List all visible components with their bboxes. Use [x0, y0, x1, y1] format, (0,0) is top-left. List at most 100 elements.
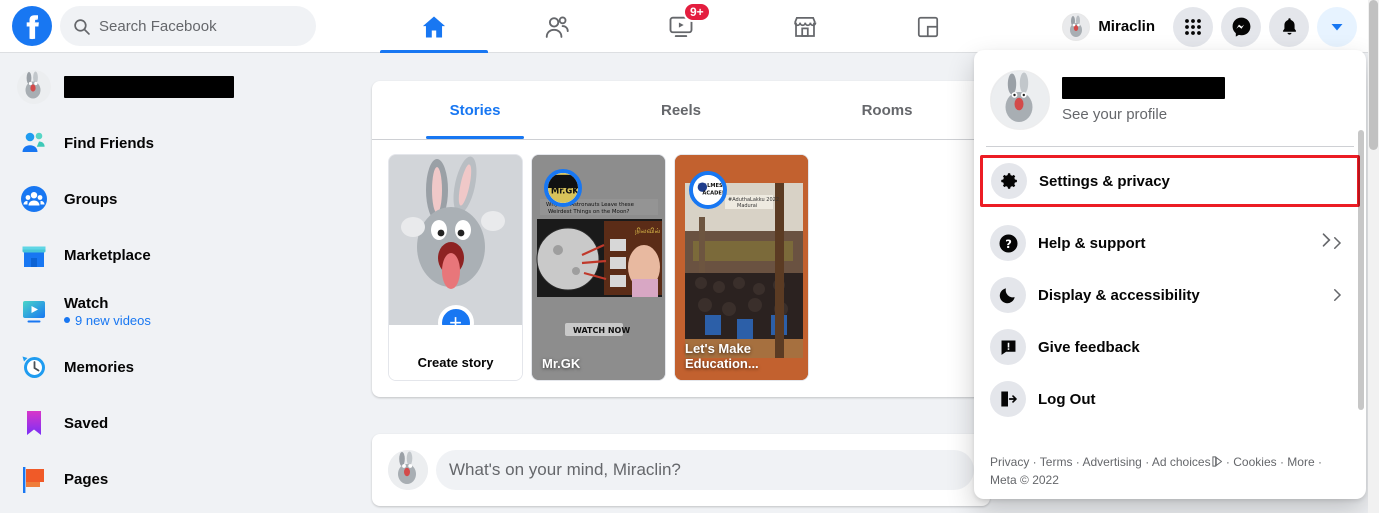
chevron-right-icon[interactable] [1316, 230, 1336, 250]
story-author-avatar: Mr.GK [544, 169, 582, 207]
dropdown-item-label: Give feedback [1038, 338, 1140, 356]
sidebar-item-label: Saved [64, 414, 109, 432]
sidebar-item-groups[interactable]: Groups [8, 177, 352, 221]
profile-name: Miraclin [1098, 18, 1155, 35]
sidebar-item-find-friends[interactable]: Find Friends [8, 121, 352, 165]
sidebar-item-memories[interactable]: Memories [8, 345, 352, 389]
saved-icon [16, 405, 52, 441]
sidebar-item-marketplace[interactable]: Marketplace [8, 233, 352, 277]
dropdown-footer: Privacy · Terms · Advertising · Ad choic… [974, 454, 1366, 489]
avatar [1062, 12, 1091, 41]
dropdown-item-label: Display & accessibility [1038, 286, 1200, 304]
dropdown-profile-row[interactable]: See your profile [982, 62, 1358, 138]
account-dropdown-menu: See your profile Settings & privacy ? He… [974, 50, 1366, 499]
avatar [990, 70, 1050, 130]
dropdown-item-display-accessibility[interactable]: Display & accessibility [982, 269, 1358, 321]
svg-text:Weirdest Things on the Moon?: Weirdest Things on the Moon? [548, 209, 630, 215]
page-scrollbar-thumb[interactable] [1369, 0, 1378, 150]
footer-sep: · [1314, 455, 1322, 470]
story-card-lmes[interactable]: #AduthaLakku 2022 Madurai LMES ACADEMY L… [674, 154, 809, 381]
sidebar-item-label: Watch [64, 294, 109, 312]
chevron-down-icon[interactable] [1317, 6, 1357, 47]
chevron-right-icon[interactable] [1328, 286, 1346, 304]
avatar[interactable] [388, 450, 428, 490]
sidebar-item-watch[interactable]: Watch 9 new videos [8, 289, 352, 333]
footer-sep: · [1072, 455, 1083, 470]
nav-tab-marketplace[interactable] [743, 0, 867, 53]
svg-text:Madurai: Madurai [737, 203, 757, 209]
footer-link-ad-choices[interactable]: Ad choices [1152, 455, 1211, 469]
dropdown-item-help-support[interactable]: ? Help & support [982, 217, 1358, 269]
find-friends-icon [16, 125, 52, 161]
footer-link-cookies[interactable]: Cookies [1233, 455, 1276, 469]
footer-link-advertising[interactable]: Advertising [1082, 455, 1141, 469]
search-input[interactable]: Search Facebook [60, 6, 316, 46]
watch-icon [16, 293, 52, 329]
sidebar-item-label: Memories [64, 358, 135, 376]
nav-tab-gaming[interactable] [866, 0, 990, 53]
bell-icon[interactable] [1269, 6, 1309, 47]
dropdown-item-give-feedback[interactable]: Give feedback [982, 321, 1358, 373]
tab-stories[interactable]: Stories [372, 81, 578, 139]
topbar-nav-tabs: 9+ [372, 0, 990, 53]
nav-tab-friends[interactable] [496, 0, 620, 53]
search-icon [73, 18, 90, 35]
dropdown-item-settings-privacy[interactable]: Settings & privacy [980, 155, 1360, 207]
dropdown-item-log-out[interactable]: Log Out [982, 373, 1358, 425]
footer-link-privacy[interactable]: Privacy [990, 455, 1029, 469]
create-story-thumbnail [389, 155, 522, 327]
footer-link-more[interactable]: More [1287, 455, 1314, 469]
dropdown-scrollbar[interactable] [1358, 130, 1364, 410]
page-scrollbar[interactable] [1368, 0, 1379, 513]
memories-icon [16, 349, 52, 385]
feed-tabs: Stories Reels Rooms [372, 81, 990, 139]
grid-menu-icon[interactable] [1173, 6, 1213, 47]
groups-icon [16, 181, 52, 217]
sidebar-item-profile[interactable] [8, 65, 352, 109]
facebook-logo-icon[interactable] [12, 6, 52, 46]
story-author-avatar: LMES ACADEMY [689, 171, 727, 209]
sidebar-item-saved[interactable]: Saved [8, 401, 352, 445]
create-story-footer: Create story [389, 325, 522, 380]
create-story-label: Create story [417, 355, 494, 370]
moon-icon [990, 277, 1026, 313]
dropdown-item-label: Settings & privacy [1039, 172, 1170, 190]
main-feed: Stories Reels Rooms + Create story நிலவி… [372, 53, 990, 513]
svg-text:Mr.GK: Mr.GK [551, 186, 578, 196]
post-composer-card: What's on your mind, Miraclin? [372, 434, 990, 506]
sidebar-item-label: Marketplace [64, 246, 151, 264]
nav-active-underline [380, 50, 488, 53]
sidebar-item-pages[interactable]: Pages [8, 457, 352, 501]
feedback-icon [990, 329, 1026, 365]
new-indicator-dot [64, 317, 70, 323]
dropdown-profile-name-redacted [1062, 77, 1225, 99]
topbar-right-group: Miraclin [1058, 0, 1368, 53]
marketplace-icon [16, 237, 52, 273]
topbar-left-group: Search Facebook [0, 6, 316, 46]
tab-reels[interactable]: Reels [578, 81, 784, 139]
composer-input[interactable]: What's on your mind, Miraclin? [436, 450, 974, 490]
sidebar-profile-name-redacted [64, 76, 234, 98]
footer-sep: · [1276, 455, 1288, 470]
footer-sep: · [1141, 455, 1152, 470]
search-placeholder: Search Facebook [99, 17, 217, 35]
sidebar-item-label: Find Friends [64, 134, 154, 152]
nav-tab-watch[interactable]: 9+ [619, 0, 743, 53]
stories-card: Stories Reels Rooms + Create story நிலவி… [372, 81, 990, 397]
see-your-profile-label: See your profile [1062, 106, 1168, 123]
footer-copyright: Meta © 2022 [990, 472, 1059, 487]
footer-link-terms[interactable]: Terms [1040, 455, 1073, 469]
gear-icon [991, 163, 1027, 199]
tab-rooms[interactable]: Rooms [784, 81, 990, 139]
pages-icon [16, 461, 52, 497]
footer-sep: · [1222, 455, 1234, 470]
profile-avatar-icon [16, 69, 52, 105]
profile-chip[interactable]: Miraclin [1058, 9, 1165, 45]
messenger-icon[interactable] [1221, 6, 1261, 47]
story-card-mrgk[interactable]: நிலவில் Why Did Astronauts Leave these W… [531, 154, 666, 381]
nav-tab-home[interactable] [372, 0, 496, 53]
logout-icon [990, 381, 1026, 417]
dropdown-divider [986, 146, 1354, 147]
tab-label: Rooms [861, 101, 913, 119]
create-story-card[interactable]: + Create story [388, 154, 523, 381]
